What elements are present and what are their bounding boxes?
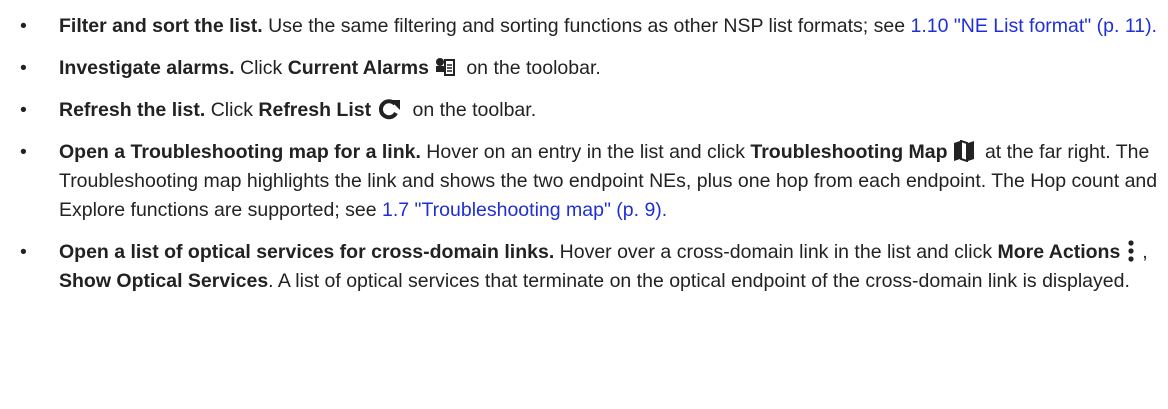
current-alarms-icon [434, 56, 456, 78]
list-item-investigate-alarms: • Investigate alarms. Click Current Alar… [0, 54, 1168, 83]
list-item-troubleshooting-map: • Open a Troubleshooting map for a link.… [0, 138, 1168, 225]
bullet: • [20, 57, 27, 79]
map-icon [953, 140, 975, 162]
item-text: , [1142, 241, 1148, 263]
item-text: . A list of optical services that termin… [268, 270, 1130, 292]
item-lead: Refresh the list. [59, 99, 206, 121]
item-text: Hover over a cross-domain link in the li… [554, 241, 998, 263]
troubleshooting-map-link[interactable]: 1.7 "Troubleshooting map" (p. 9). [382, 199, 667, 221]
list-item-refresh-list: • Refresh the list. Click Refresh List o… [0, 96, 1168, 125]
item-text: Click [234, 57, 288, 79]
bullet: • [20, 99, 27, 121]
list-item-filter-sort: • Filter and sort the list. Use the same… [0, 12, 1168, 41]
item-text: on the toolobar. [460, 57, 601, 79]
item-text: on the toolbar. [407, 99, 537, 121]
bullet: • [20, 15, 27, 37]
bullet: • [20, 241, 27, 263]
item-lead: Investigate alarms. [59, 57, 235, 79]
document-body: • Filter and sort the list. Use the same… [0, 0, 1168, 296]
ui-show-optical-services: Show Optical Services [59, 270, 269, 292]
list-item-optical-services: • Open a list of optical services for cr… [0, 238, 1168, 296]
ui-troubleshooting-map: Troubleshooting Map [750, 141, 948, 163]
ui-more-actions: More Actions [997, 241, 1121, 263]
item-lead: Open a list of optical services for cros… [59, 241, 555, 263]
item-text: Click [205, 99, 259, 121]
bullet: • [20, 141, 27, 163]
more-actions-icon [1125, 240, 1137, 262]
item-lead: Filter and sort the list. [59, 15, 263, 37]
refresh-icon [376, 98, 402, 120]
ui-refresh-list: Refresh List [258, 99, 372, 121]
item-text: Use the same filtering and sorting funct… [262, 15, 911, 37]
item-text: Hover on an entry in the list and click [420, 141, 751, 163]
item-lead: Open a Troubleshooting map for a link. [59, 141, 421, 163]
ne-list-format-link[interactable]: 1.10 "NE List format" (p. 11). [910, 15, 1157, 37]
ui-current-alarms: Current Alarms [287, 57, 429, 79]
